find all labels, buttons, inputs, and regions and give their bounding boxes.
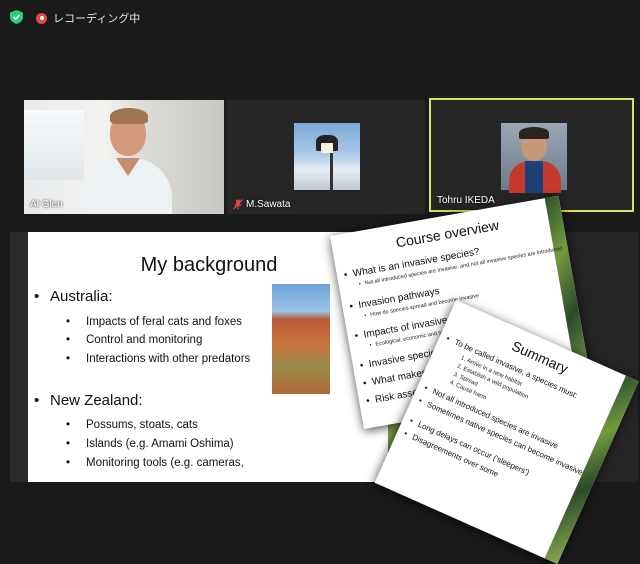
participant-tile-tohru-ikeda[interactable]: Tohru IKEDA: [429, 98, 634, 212]
muted-mic-icon: [233, 199, 243, 210]
slide-bullet: Possums, stoats, cats: [66, 419, 198, 431]
participant-video: [24, 100, 224, 214]
outback-landscape-image: [272, 284, 330, 394]
shield-check-icon[interactable]: [10, 10, 23, 24]
participant-name: Al Glen: [30, 199, 63, 210]
recording-icon: [36, 12, 47, 24]
participant-tile-al-glen[interactable]: Al Glen: [24, 100, 224, 214]
participant-tile-m-sawata[interactable]: M.Sawata: [227, 100, 425, 214]
recording-label: レコーディング中: [53, 13, 141, 25]
slide-heading: New Zealand:: [34, 392, 142, 409]
slide-bullet: Monitoring tools (e.g. cameras,: [66, 457, 244, 469]
participant-avatar: [501, 123, 567, 193]
slide-bullet: Impacts of feral cats and foxes: [66, 316, 242, 328]
slide-bullet: Islands (e.g. Amami Oshima): [66, 438, 234, 450]
participant-name: Tohru IKEDA: [437, 195, 495, 206]
meeting-top-bar: レコーディング中: [0, 0, 640, 34]
recording-indicator[interactable]: レコーディング中: [36, 10, 140, 26]
participant-name: M.Sawata: [233, 199, 290, 210]
participant-avatar: [294, 123, 360, 190]
slide-heading: Australia:: [34, 288, 112, 305]
slide-bullet: Interactions with other predators: [66, 353, 250, 365]
slide-bullet: Control and monitoring: [66, 334, 202, 346]
